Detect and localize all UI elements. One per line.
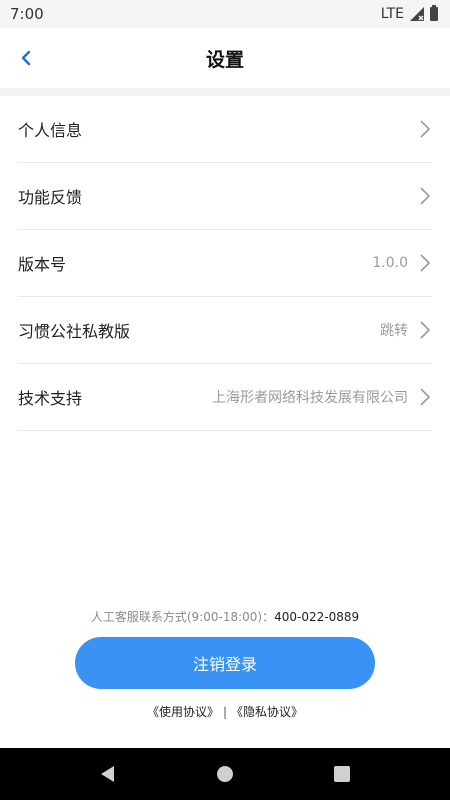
- menu-item-label: 个人信息: [18, 121, 83, 140]
- chevron-right-icon: [420, 321, 431, 339]
- menu-item-label: 技术支持: [18, 389, 83, 408]
- menu-item-value: 上海形者网络科技发展有限公司: [212, 390, 408, 406]
- chevron-right-icon: [420, 388, 431, 406]
- agreement-separator: |: [222, 705, 228, 719]
- system-nav-bar: [0, 748, 450, 800]
- menu-item-profile[interactable]: 个人信息: [18, 96, 432, 163]
- chevron-right-icon: [420, 187, 431, 205]
- network-type: LTE: [380, 6, 404, 22]
- contact-phone[interactable]: 400-022-0889: [274, 610, 359, 624]
- back-triangle-icon: [101, 766, 115, 782]
- nav-recents-button[interactable]: [332, 764, 352, 784]
- chevron-right-icon: [420, 120, 431, 138]
- status-time: 7:00: [10, 5, 44, 23]
- status-bar: 7:00 LTE: [0, 0, 450, 28]
- menu-item-label: 版本号: [18, 255, 67, 274]
- menu-item-value: 跳转: [380, 323, 408, 339]
- recents-square-icon: [333, 766, 350, 782]
- nav-back-button[interactable]: [98, 764, 118, 784]
- chevron-left-icon: [21, 50, 31, 66]
- contact-label: 人工客服联系方式(9:00-18:00)：: [90, 610, 275, 624]
- header-divider: [0, 88, 450, 96]
- agreement-links: 《使用协议》 | 《隐私协议》: [0, 703, 450, 720]
- settings-menu: 个人信息 功能反馈 版本号 1.0.0 习惯公社私教版 跳转 技术支持 上海形者…: [0, 96, 450, 431]
- menu-item-label: 功能反馈: [18, 188, 83, 207]
- privacy-link[interactable]: 《隐私协议》: [231, 703, 303, 720]
- menu-item-value: 1.0.0: [372, 255, 408, 271]
- back-button[interactable]: [14, 46, 38, 70]
- terms-link[interactable]: 《使用协议》: [147, 703, 219, 720]
- menu-item-feedback[interactable]: 功能反馈: [18, 163, 432, 230]
- customer-service-info: 人工客服联系方式(9:00-18:00)：400-022-0889: [0, 608, 450, 625]
- status-icons: LTE: [380, 5, 438, 22]
- home-circle-icon: [216, 766, 233, 782]
- menu-item-version[interactable]: 版本号 1.0.0: [18, 230, 432, 297]
- menu-item-tech-support[interactable]: 技术支持 上海形者网络科技发展有限公司: [18, 364, 432, 431]
- menu-item-label: 习惯公社私教版: [18, 322, 131, 341]
- signal-icon: [410, 7, 424, 21]
- battery-icon: [430, 5, 438, 21]
- chevron-right-icon: [420, 254, 431, 272]
- nav-home-button[interactable]: [215, 764, 235, 784]
- logout-button[interactable]: 注销登录: [75, 637, 375, 689]
- page-title: 设置: [205, 48, 244, 71]
- menu-item-coach-edition[interactable]: 习惯公社私教版 跳转: [18, 297, 432, 364]
- app-header: 设置: [0, 28, 450, 88]
